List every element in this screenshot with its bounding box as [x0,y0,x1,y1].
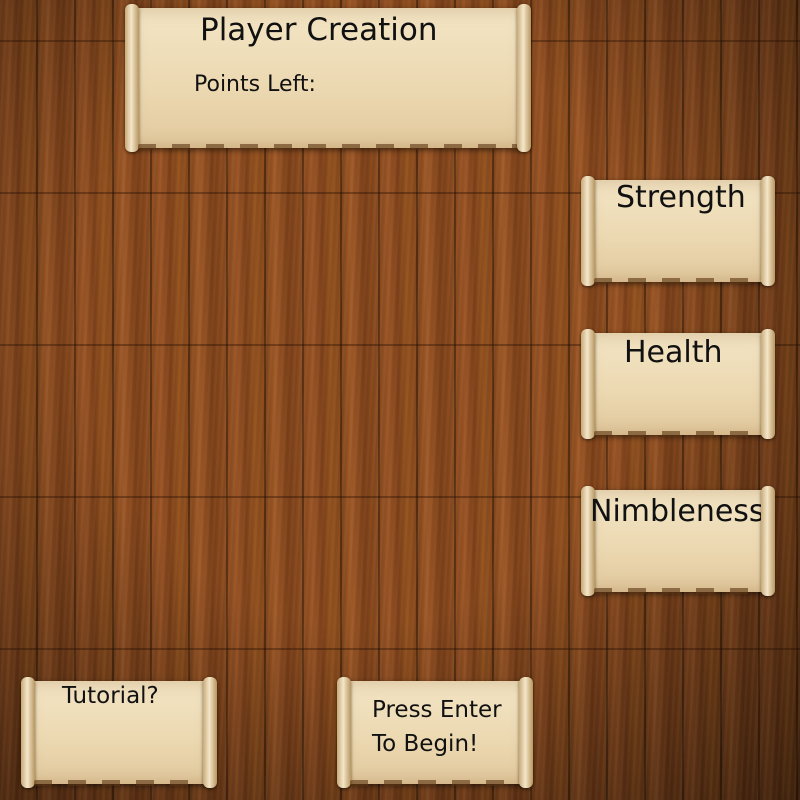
strength-label: Strength [616,180,746,215]
scroll-edge [350,780,520,786]
nimbleness-label: Nimbleness [590,494,765,529]
tutorial-button[interactable]: Tutorial? [21,677,217,788]
nimbleness-button[interactable]: Nimbleness [581,486,775,596]
scroll-edge [594,588,762,594]
player-creation-panel: Player Creation Points Left: [125,4,531,152]
health-label: Health [624,335,723,370]
strength-button[interactable]: Strength [581,176,775,286]
page-title: Player Creation [200,12,438,48]
scroll-edge [138,144,518,150]
scroll-edge [34,780,204,786]
tutorial-label: Tutorial? [62,683,159,709]
begin-label-line1: Press Enter [372,697,502,723]
scroll-edge [594,431,762,437]
begin-label-line2: To Begin! [372,731,479,757]
scroll-edge [594,278,762,284]
points-left-label: Points Left: [194,72,316,97]
begin-button[interactable]: Press Enter To Begin! [337,677,533,788]
health-button[interactable]: Health [581,329,775,439]
